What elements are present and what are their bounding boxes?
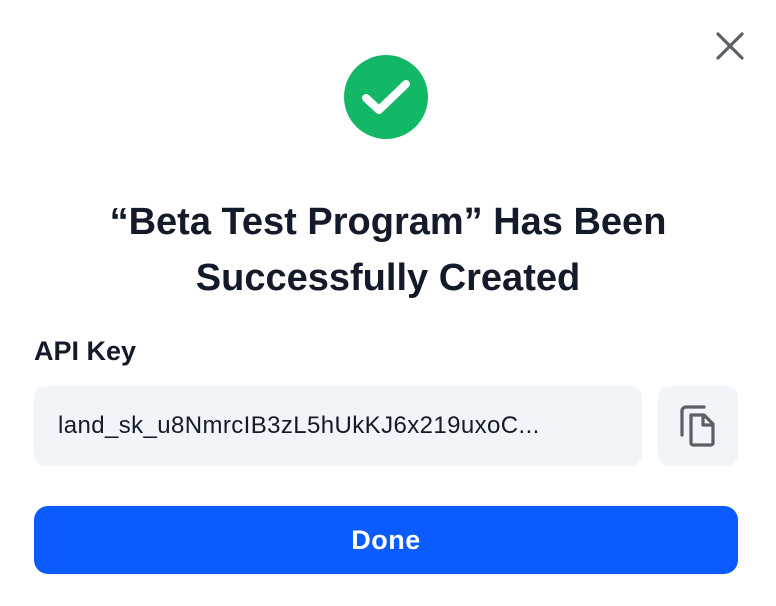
dialog-title: “Beta Test Program” Has Been Successfull…: [109, 201, 667, 299]
api-key-value: land_sk_u8NmrcIB3zL5hUkKJ6x219uxoC...: [58, 412, 540, 439]
close-button[interactable]: [710, 26, 750, 66]
copy-button[interactable]: [658, 386, 738, 466]
api-key-field[interactable]: land_sk_u8NmrcIB3zL5hUkKJ6x219uxoC...: [34, 386, 642, 466]
success-badge: [344, 55, 428, 139]
close-icon: [716, 32, 744, 60]
check-icon: [362, 80, 410, 114]
api-key-label: API Key: [34, 336, 137, 366]
success-dialog: “Beta Test Program” Has Been Successfull…: [0, 0, 776, 606]
copy-icon: [680, 405, 715, 447]
done-button[interactable]: Done: [34, 506, 738, 574]
